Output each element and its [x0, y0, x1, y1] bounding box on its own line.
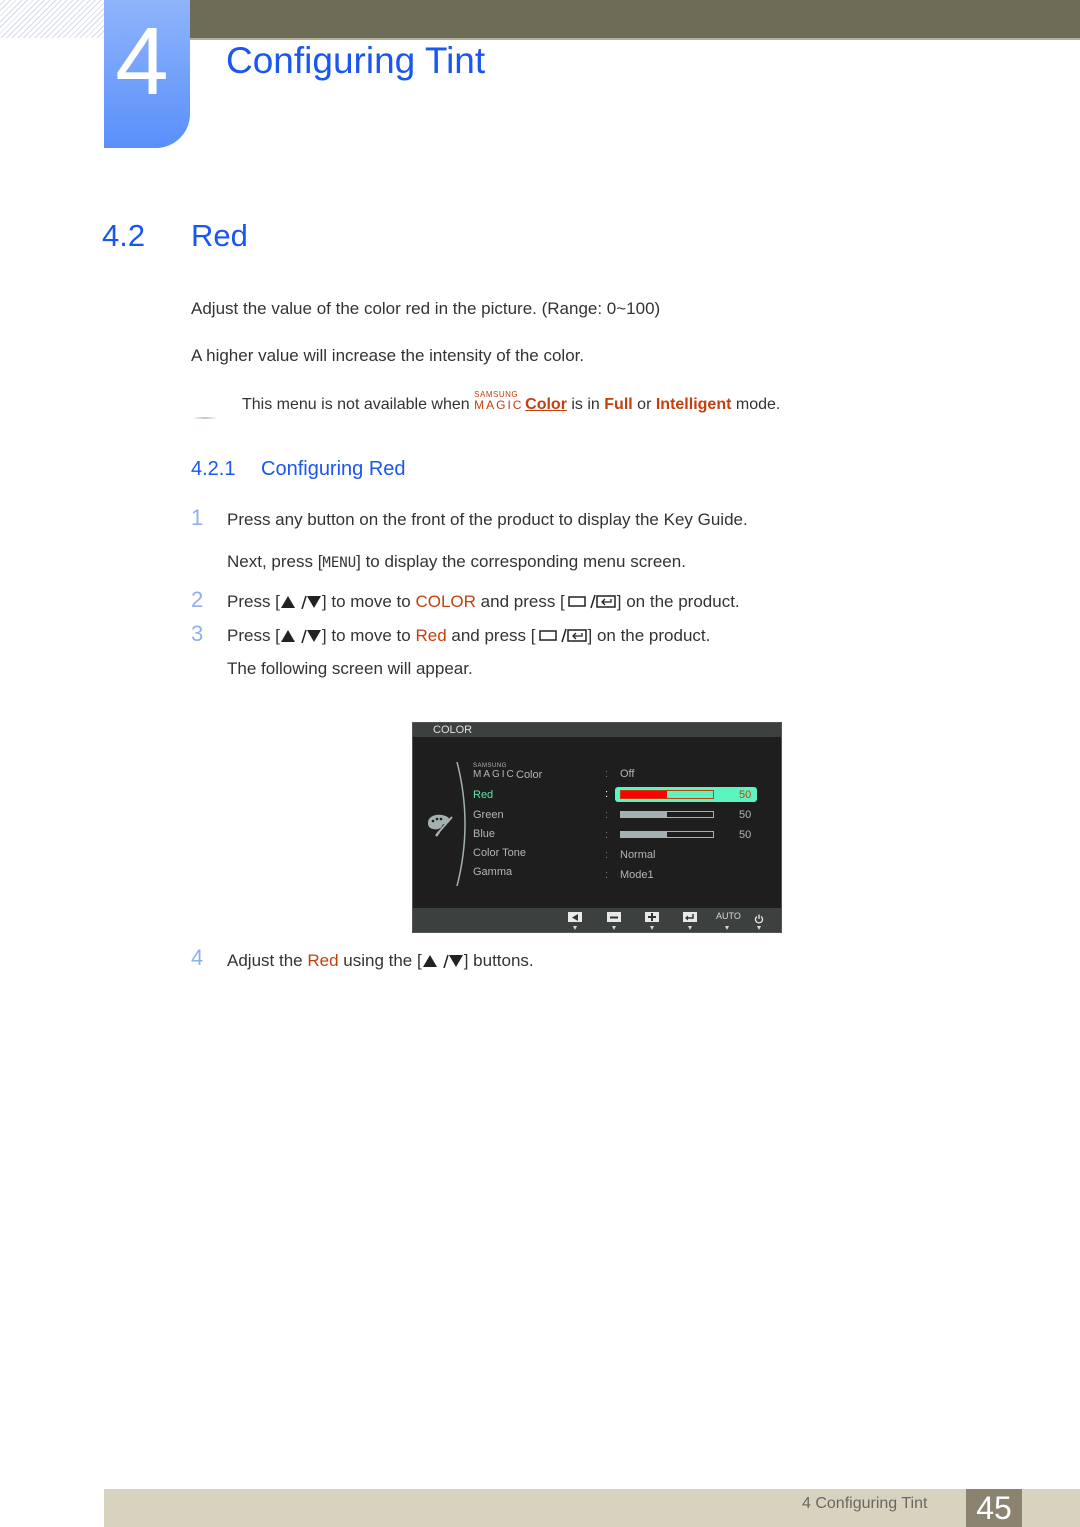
note-text: This menu is not available when SAMSUNG … [242, 390, 781, 414]
osd-colon: : [605, 788, 609, 800]
down-triangle-icon [573, 926, 577, 930]
page-number-box: 45 [966, 1489, 1022, 1527]
chapter-number: 4 [115, 8, 169, 115]
source-enter-icon [565, 593, 617, 614]
osd-item-color-tone[interactable]: Color Tone [473, 847, 526, 859]
step-text: Adjust the Red using the [] buttons. [227, 951, 534, 973]
samsung-magic-logo: SAMSUNG MAGIC [474, 390, 524, 412]
note-or: or [637, 396, 652, 413]
up-down-arrow-icon [280, 628, 322, 648]
section-number: 4.2 [102, 218, 146, 253]
page-number: 45 [976, 1490, 1012, 1526]
note-prefix: This menu is not available when [242, 396, 470, 413]
section-paragraph: A higher value will increase the intensi… [191, 346, 585, 365]
green-slider[interactable] [620, 811, 714, 818]
osd-minus-button[interactable] [607, 912, 621, 922]
osd-colon: : [605, 768, 609, 780]
osd-item-green[interactable]: Green [473, 809, 504, 821]
subsection-title: Configuring Red [261, 458, 406, 480]
samsung-magic-logo: SAMSUNG MAGIC [473, 763, 516, 780]
step-text-after: The following screen will appear. [227, 659, 473, 678]
minus-icon [610, 916, 618, 918]
step-number: 2 [191, 587, 204, 612]
step-number: 4 [191, 945, 204, 970]
osd-item-gamma[interactable]: Gamma [473, 866, 512, 878]
osd-item-magic-color[interactable]: SAMSUNG MAGIC Color [473, 763, 542, 781]
down-triangle-icon [757, 926, 761, 930]
step-target-red: Red [307, 951, 339, 970]
power-icon [754, 914, 764, 924]
up-down-arrow-icon [422, 953, 464, 973]
red-slider-fill [621, 791, 667, 798]
note-middle: is in [571, 396, 600, 413]
osd-value-color-tone: Normal [620, 849, 656, 861]
subsection-number: 4.2.1 [191, 458, 236, 480]
blue-value: 50 [739, 829, 752, 841]
red-value: 50 [739, 789, 752, 801]
osd-value-gamma: Mode1 [620, 869, 654, 881]
note-mode-intelligent: Intelligent [655, 396, 732, 413]
palette-icon [428, 814, 453, 837]
osd-value-magic-color: Off [620, 768, 635, 780]
plus-icon [648, 913, 656, 921]
header-hatch-decoration [0, 0, 104, 38]
osd-auto-button[interactable]: AUTO [716, 911, 741, 921]
source-enter-icon [536, 627, 588, 648]
down-triangle-icon [612, 926, 616, 930]
up-down-arrow-icon [280, 594, 322, 614]
enter-icon [685, 913, 694, 920]
note-mode-full: Full [604, 396, 633, 413]
section-paragraph: Adjust the value of the color red in the… [191, 299, 661, 318]
green-value: 50 [739, 809, 752, 821]
magic-color-link[interactable]: Color [525, 396, 567, 413]
chapter-title: Configuring Tint [226, 40, 486, 81]
down-triangle-icon [650, 926, 654, 930]
menu-key: MENU [322, 555, 357, 571]
step-text: Press [] to move to Red and press [] on … [227, 626, 710, 648]
osd-colon: : [605, 849, 609, 861]
note-icon [192, 417, 218, 419]
page-footer [104, 1489, 1080, 1527]
chapter-tab: 4 [104, 0, 190, 148]
osd-colon: : [605, 809, 609, 821]
step-target-red: Red [415, 626, 447, 645]
osd-back-button[interactable] [568, 912, 582, 922]
step-target-color: COLOR [415, 592, 476, 611]
osd-enter-button[interactable] [683, 912, 697, 922]
step-text: Press [] to move to COLOR and press [] o… [227, 592, 740, 614]
step-number: 1 [191, 505, 204, 530]
osd-plus-button[interactable] [645, 912, 659, 922]
osd-header: COLOR [413, 723, 781, 737]
green-slider-fill [621, 812, 667, 817]
red-slider[interactable] [620, 790, 714, 799]
osd-colon: : [605, 869, 609, 881]
step-number: 3 [191, 621, 204, 646]
osd-item-blue[interactable]: Blue [473, 828, 495, 840]
down-triangle-icon [688, 926, 692, 930]
osd-colon: : [605, 829, 609, 841]
step-text: Press any button on the front of the pro… [227, 510, 748, 529]
blue-slider-fill [621, 832, 667, 837]
footer-chapter-label: 4 Configuring Tint [802, 1495, 928, 1512]
left-arrow-icon [572, 913, 578, 921]
step-text-next: Next, press [MENU] to display the corres… [227, 552, 686, 571]
section-title: Red [191, 218, 248, 253]
osd-header-label: COLOR [433, 724, 473, 736]
blue-slider[interactable] [620, 831, 714, 838]
note-suffix: mode. [735, 396, 781, 413]
osd-item-red[interactable]: Red [473, 789, 493, 801]
header-bar [190, 0, 1080, 40]
down-triangle-icon [725, 926, 729, 930]
